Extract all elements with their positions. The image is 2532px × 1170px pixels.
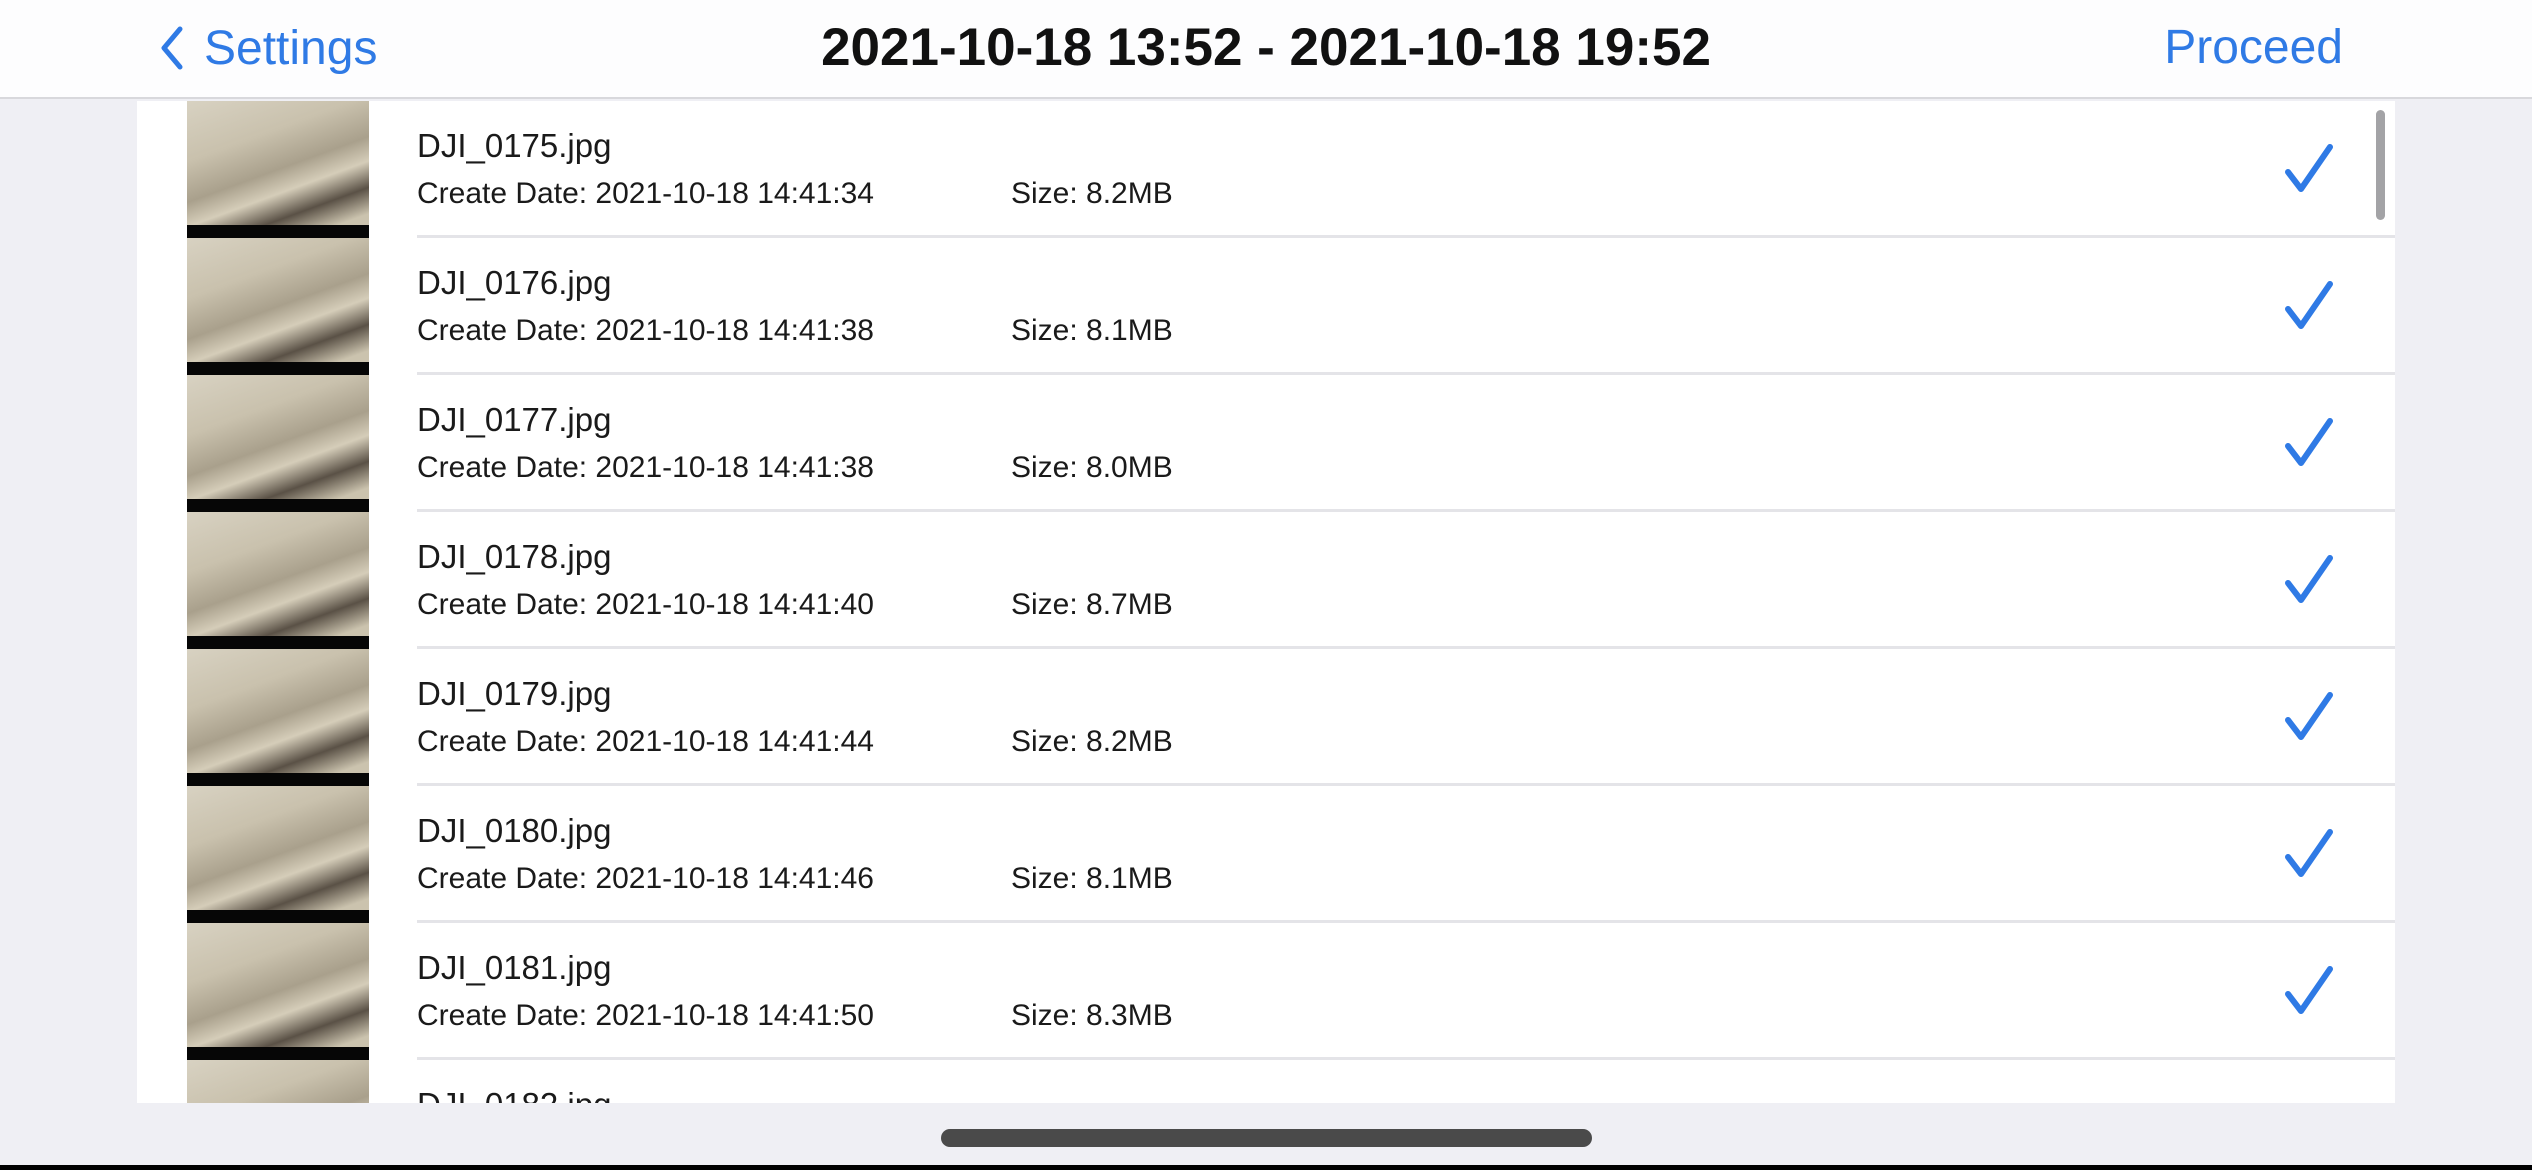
file-size: Size: 8.0MB xyxy=(1011,451,1173,484)
thumbnail-image xyxy=(187,786,369,923)
file-name: DJI_0182.jpg xyxy=(417,1086,611,1103)
create-date: Create Date: 2021-10-18 14:41:50 xyxy=(417,999,874,1032)
file-name: DJI_0180.jpg xyxy=(417,812,612,849)
file-size: Size: 8.2MB xyxy=(1011,177,1173,210)
create-date: Create Date: 2021-10-18 14:41:38 xyxy=(417,451,874,484)
file-size: Size: 8.1MB xyxy=(1011,862,1173,895)
file-name: DJI_0176.jpg xyxy=(417,264,612,301)
file-name: DJI_0177.jpg xyxy=(417,401,612,438)
file-name: DJI_0175.jpg xyxy=(417,127,612,164)
checkmark-icon[interactable] xyxy=(2283,141,2337,195)
create-date: Create Date: 2021-10-18 14:41:38 xyxy=(417,314,874,347)
create-date: Create Date: 2021-10-18 14:41:44 xyxy=(417,725,874,758)
checkmark-icon[interactable] xyxy=(2283,278,2337,332)
file-size: Size: 8.1MB xyxy=(1011,314,1173,347)
create-date: Create Date: 2021-10-18 14:41:40 xyxy=(417,588,874,621)
file-row[interactable]: DJI_0179.jpg Create Date: 2021-10-18 14:4… xyxy=(137,649,2395,786)
thumbnail-image xyxy=(187,375,369,512)
create-date: Create Date: 2021-10-18 14:41:34 xyxy=(417,177,874,210)
checkmark-icon[interactable] xyxy=(2283,415,2337,469)
thumbnail-image xyxy=(187,512,369,649)
thumbnail-image xyxy=(187,923,369,1060)
file-name: DJI_0179.jpg xyxy=(417,675,612,712)
thumbnail-image xyxy=(187,101,369,238)
file-row[interactable]: DJI_0176.jpg Create Date: 2021-10-18 14:4… xyxy=(137,238,2395,375)
file-row[interactable]: DJI_0180.jpg Create Date: 2021-10-18 14:4… xyxy=(137,786,2395,923)
checkmark-icon[interactable] xyxy=(2283,552,2337,606)
file-name: DJI_0178.jpg xyxy=(417,538,612,575)
file-row[interactable]: DJI_0175.jpg Create Date: 2021-10-18 14:4… xyxy=(137,101,2395,238)
thumbnail-image xyxy=(187,649,369,786)
page-title: 2021-10-18 13:52 - 2021-10-18 19:52 xyxy=(821,18,1711,77)
checkmark-icon[interactable] xyxy=(2283,963,2337,1017)
file-size: Size: 8.2MB xyxy=(1011,725,1173,758)
file-row[interactable]: DJI_0182.jpg xyxy=(137,1060,2395,1103)
create-date: Create Date: 2021-10-18 14:41:46 xyxy=(417,862,874,895)
file-list: DJI_0175.jpg Create Date: 2021-10-18 14:4… xyxy=(137,101,2395,1103)
file-size: Size: 8.3MB xyxy=(1011,999,1173,1032)
file-row[interactable]: DJI_0177.jpg Create Date: 2021-10-18 14:4… xyxy=(137,375,2395,512)
navigation-bar: Settings 2021-10-18 13:52 - 2021-10-18 1… xyxy=(0,0,2532,99)
proceed-button[interactable]: Proceed xyxy=(2164,18,2343,78)
thumbnail-image xyxy=(187,1060,369,1103)
file-name: DJI_0181.jpg xyxy=(417,949,612,986)
home-indicator[interactable] xyxy=(941,1129,1592,1147)
scrollbar[interactable] xyxy=(2376,110,2385,220)
thumbnail-image xyxy=(187,238,369,375)
file-row[interactable]: DJI_0181.jpg Create Date: 2021-10-18 14:4… xyxy=(137,923,2395,1060)
file-size: Size: 8.7MB xyxy=(1011,588,1173,621)
checkmark-icon[interactable] xyxy=(2283,689,2337,743)
checkmark-icon[interactable] xyxy=(2283,826,2337,880)
file-row[interactable]: DJI_0178.jpg Create Date: 2021-10-18 14:4… xyxy=(137,512,2395,649)
bottom-edge xyxy=(0,1165,2532,1170)
